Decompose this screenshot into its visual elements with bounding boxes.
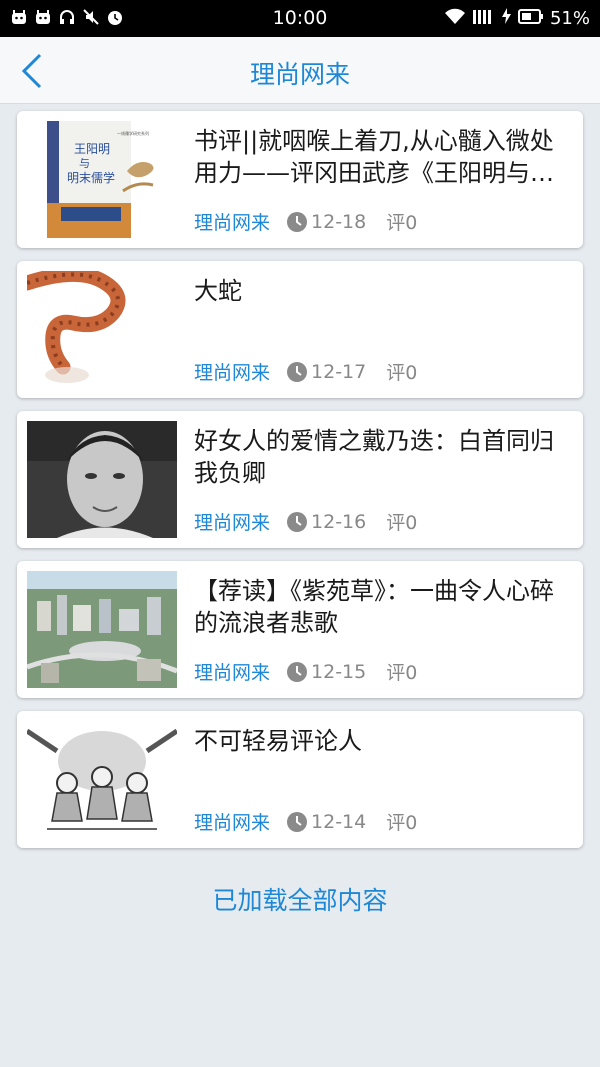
article-comments: 评0 [386,662,418,684]
article-meta: 理尚网来 12-18 评0 [194,208,417,235]
article-thumbnail [27,271,177,388]
article-date: 12-15 [311,660,367,683]
wifi-icon [444,7,466,30]
article-meta: 理尚网来 12-17 评0 [194,358,417,385]
article-title[interactable]: 大蛇 [194,275,574,307]
book-series: 一线儒学研究系列 [117,130,149,136]
snake-image [27,271,177,388]
article-card[interactable]: 王阳明 与 明末儒学 一线儒学研究系列 书评||就咽喉上着刀,从心髓入微处用力—… [17,111,583,248]
article-meta: 理尚网来 12-14 评0 [194,808,417,835]
clock-icon [287,811,308,832]
clock-icon [287,361,308,382]
cartoon-image [27,721,177,838]
charging-icon [500,7,512,30]
article-thumbnail [27,421,177,538]
article-source: 理尚网来 [194,662,271,684]
article-source: 理尚网来 [194,512,271,534]
article-source: 理尚网来 [194,362,271,384]
article-comments: 评0 [386,362,418,384]
article-title[interactable]: 书评||就咽喉上着刀,从心髓入微处用力——评冈田武彦《王阳明与明末儒学》 [194,125,574,189]
nav-bar: 理尚网来 [0,37,600,104]
article-comments: 评0 [386,512,418,534]
article-card[interactable]: 好女人的爱情之戴乃迭：白首同归我负卿 理尚网来 12-16 评0 [17,411,583,548]
article-title[interactable]: 【荐读】《紫苑草》：一曲令人心碎的流浪者悲歌 [194,575,574,639]
article-title[interactable]: 不可轻易评论人 [194,725,574,757]
article-meta: 理尚网来 12-15 评0 [194,658,417,685]
article-date: 12-16 [311,510,367,533]
book-title-line3: 明末儒学 [67,170,115,185]
portrait-image [27,421,177,538]
article-meta: 理尚网来 12-16 评0 [194,508,417,535]
article-date: 12-14 [311,810,367,833]
article-title[interactable]: 好女人的爱情之戴乃迭：白首同归我负卿 [194,425,574,489]
article-list: 王阳明 与 明末儒学 一线儒学研究系列 书评||就咽喉上着刀,从心髓入微处用力—… [17,111,583,861]
signal-icon [472,7,494,30]
article-date: 12-18 [311,210,367,233]
page-title: 理尚网来 [249,60,350,89]
clock-icon [287,211,308,232]
battery-icon [517,7,544,30]
status-bar: 10:00 51% [0,0,600,37]
book-title-line2: 与 [79,157,90,170]
all-loaded-label: 已加载全部内容 [212,886,388,915]
book-cover-image: 王阳明 与 明末儒学 一线儒学研究系列 [27,121,177,238]
article-thumbnail: 王阳明 与 明末儒学 一线儒学研究系列 [27,121,177,238]
clock-icon [287,661,308,682]
article-thumbnail [27,571,177,688]
city-aerial-image [27,571,177,688]
status-icons-right: 51% [444,7,590,30]
book-title-line1: 王阳明 [74,142,110,156]
article-card[interactable]: 不可轻易评论人 理尚网来 12-14 评0 [17,711,583,848]
battery-percent: 51% [549,8,590,29]
article-card[interactable]: 【荐读】《紫苑草》：一曲令人心碎的流浪者悲歌 理尚网来 12-15 评0 [17,561,583,698]
clock-icon [287,511,308,532]
article-thumbnail [27,721,177,838]
article-card[interactable]: 大蛇 理尚网来 12-17 评0 [17,261,583,398]
article-comments: 评0 [386,212,418,234]
article-source: 理尚网来 [194,212,271,234]
article-source: 理尚网来 [194,812,271,834]
article-date: 12-17 [311,360,367,383]
article-comments: 评0 [386,812,418,834]
